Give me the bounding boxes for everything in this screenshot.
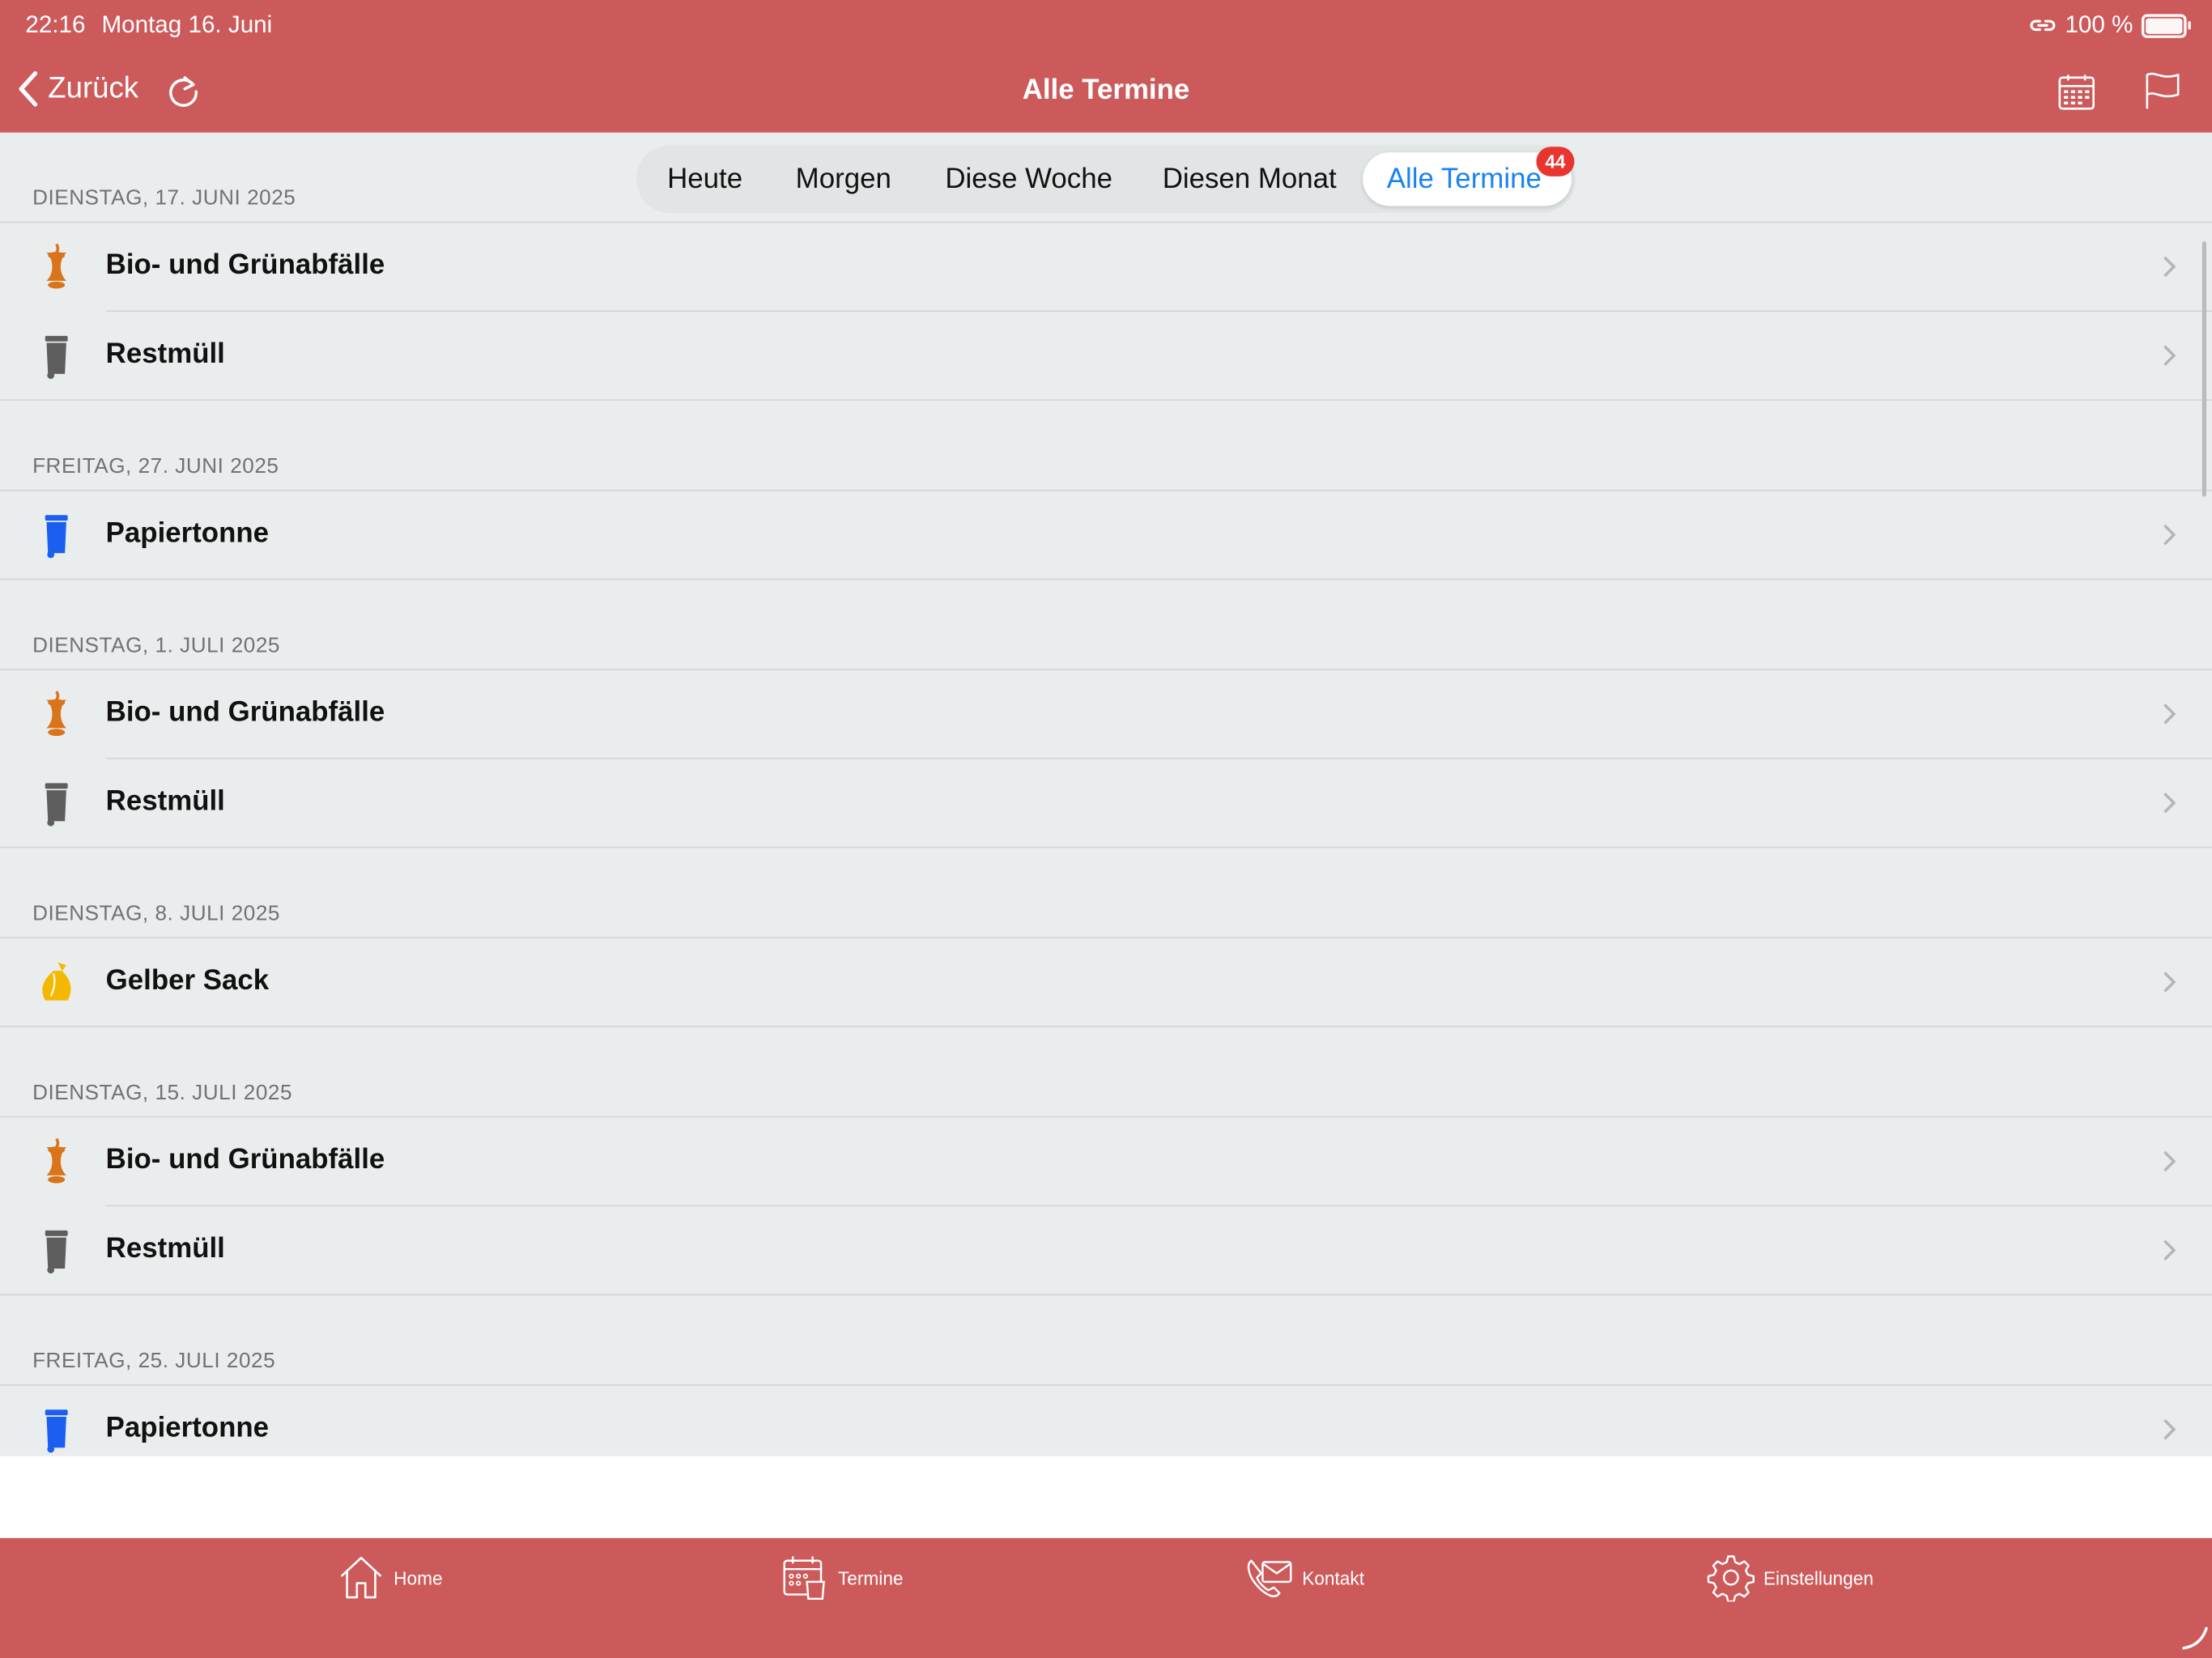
segment-diesen-monat[interactable]: Diesen Monat xyxy=(1163,146,1337,214)
calendar-icon xyxy=(2058,74,2095,110)
list-item[interactable]: Papiertonne xyxy=(0,1386,2212,1456)
item-label: Gelber Sack xyxy=(105,965,270,997)
list-item[interactable]: Papiertonne xyxy=(0,491,2212,579)
tab-bar: Home Termine Kontakt Einstellungen xyxy=(0,1537,2212,1658)
divider xyxy=(0,578,2212,580)
list-item[interactable]: Restmüll xyxy=(0,759,2212,847)
scrollbar[interactable] xyxy=(2201,241,2207,497)
list-item[interactable]: Bio- und Grünabfälle xyxy=(0,223,2212,310)
yellow-bag-icon xyxy=(42,962,71,1001)
item-label: Bio- und Grünabfälle xyxy=(105,249,385,281)
calendar-bin-icon xyxy=(783,1556,825,1601)
navigation-header: 22:16 Montag 16. Juni 100 % Zurück Alle … xyxy=(0,0,2212,133)
chevron-right-icon xyxy=(2163,257,2176,277)
segment-morgen[interactable]: Morgen xyxy=(796,146,891,214)
chevron-right-icon xyxy=(2163,525,2176,545)
item-label: Restmüll xyxy=(105,338,225,370)
phone-mail-icon xyxy=(1247,1559,1292,1597)
tab-termine[interactable]: Termine xyxy=(781,1552,904,1603)
pencil-hover-icon xyxy=(2182,1626,2208,1650)
segment-diese-woche[interactable]: Diese Woche xyxy=(945,146,1112,214)
trash-bin-icon xyxy=(45,1230,68,1274)
item-label: Papiertonne xyxy=(105,1412,270,1444)
tab-einstellungen[interactable]: Einstellungen xyxy=(1707,1552,1874,1603)
paper-bin-icon xyxy=(45,1409,68,1453)
divider xyxy=(0,1294,2212,1296)
item-label: Bio- und Grünabfälle xyxy=(105,1144,385,1175)
battery-percent: 100 % xyxy=(2065,11,2133,39)
page-title: Alle Termine xyxy=(1022,74,1190,106)
divider xyxy=(0,399,2212,402)
section-date: DIENSTAG, 17. JUNI 2025 xyxy=(32,186,296,210)
item-label: Restmüll xyxy=(105,1233,225,1265)
status-indicators: 100 % xyxy=(2028,11,2191,40)
appointment-list[interactable]: DIENSTAG, 17. JUNI 2025 Bio- und Grünabf… xyxy=(0,132,2212,1456)
chevron-right-icon xyxy=(2163,346,2176,366)
item-label: Restmüll xyxy=(105,785,225,818)
count-badge: 44 xyxy=(1536,147,1575,176)
flag-button[interactable] xyxy=(2143,70,2183,117)
chevron-right-icon xyxy=(2163,704,2176,725)
tab-termine-label: Termine xyxy=(837,1567,904,1588)
list-item[interactable]: Bio- und Grünabfälle xyxy=(0,670,2212,758)
chevron-right-icon xyxy=(2163,793,2176,813)
status-date: Montag 16. Juni xyxy=(101,11,273,39)
paper-bin-icon xyxy=(45,515,68,559)
flag-icon xyxy=(2146,72,2180,109)
apple-core-icon xyxy=(46,243,66,289)
battery-icon xyxy=(2141,13,2191,38)
link-icon xyxy=(2030,19,2055,32)
list-item[interactable]: Restmüll xyxy=(0,312,2212,399)
segment-heute[interactable]: Heute xyxy=(667,146,742,214)
tab-einstellungen-label: Einstellungen xyxy=(1763,1567,1874,1588)
section-date: FREITAG, 25. JULI 2025 xyxy=(32,1349,276,1373)
chevron-right-icon xyxy=(2163,1151,2176,1171)
divider xyxy=(0,846,2212,848)
chevron-right-icon xyxy=(2163,1419,2176,1439)
item-label: Bio- und Grünabfälle xyxy=(105,697,385,729)
apple-core-icon xyxy=(46,691,66,736)
chevron-right-icon xyxy=(2163,1240,2176,1261)
tab-home-label: Home xyxy=(393,1567,443,1588)
calendar-button[interactable] xyxy=(2057,72,2096,119)
tab-home[interactable]: Home xyxy=(337,1552,443,1603)
apple-core-icon xyxy=(46,1137,66,1184)
status-time: 22:16 xyxy=(25,11,86,39)
tab-kontakt-label: Kontakt xyxy=(1302,1567,1365,1588)
section-date: DIENSTAG, 1. JULI 2025 xyxy=(32,633,280,658)
home-icon xyxy=(340,1556,382,1599)
divider xyxy=(0,1026,2212,1027)
item-label: Papiertonne xyxy=(105,517,270,550)
list-item[interactable]: Restmüll xyxy=(0,1206,2212,1294)
section-date: DIENSTAG, 15. JULI 2025 xyxy=(32,1081,293,1105)
segment-alle-termine-label: Alle Termine xyxy=(1386,164,1542,195)
list-item[interactable]: Bio- und Grünabfälle xyxy=(0,1117,2212,1205)
trash-bin-icon xyxy=(45,335,68,379)
trash-bin-icon xyxy=(45,783,68,827)
segmented-filter: Heute Morgen Diese Woche Diesen Monat Al… xyxy=(636,145,1576,214)
list-item[interactable]: Gelber Sack xyxy=(0,938,2212,1026)
chevron-right-icon xyxy=(2163,971,2176,993)
section-date: FREITAG, 27. JUNI 2025 xyxy=(32,454,279,478)
tab-kontakt[interactable]: Kontakt xyxy=(1245,1552,1364,1603)
gear-icon xyxy=(1707,1555,1755,1602)
section-date: DIENSTAG, 8. JULI 2025 xyxy=(32,901,280,926)
